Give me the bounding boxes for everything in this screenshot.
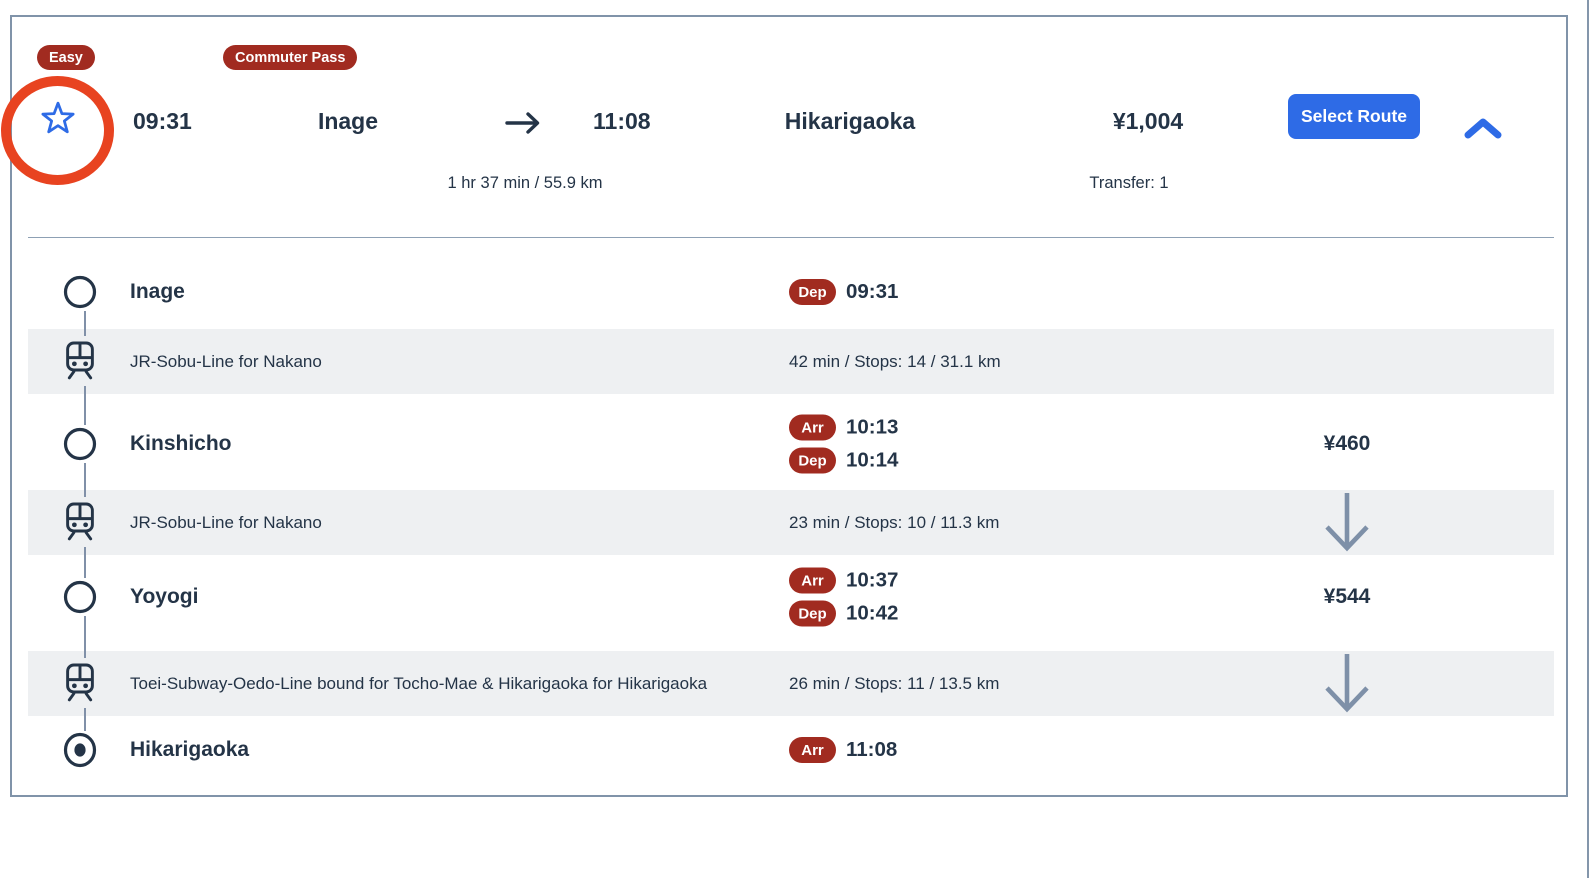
- station-times: Arr 10:13 Dep 10:14: [789, 415, 898, 474]
- segment-fare: ¥544: [1267, 585, 1427, 609]
- station-circle-icon: [61, 578, 99, 616]
- station-name: Kinshicho: [130, 431, 232, 457]
- leg-details: 42 min / Stops: 14 / 31.1 km: [789, 351, 1001, 373]
- route-result-card: Easy Commuter Pass 09:31 Inage 11:08 Hik…: [10, 15, 1568, 797]
- timeline-station-row: Hikarigaoka Arr 11:08: [28, 716, 1554, 784]
- arrow-down-icon: [1267, 491, 1427, 558]
- summary-depart-time: 09:31: [133, 107, 192, 135]
- segment-fare: ¥460: [1267, 432, 1427, 456]
- timeline-station-row: Inage Dep 09:31: [28, 247, 1554, 337]
- summary-duration-distance: 1 hr 37 min / 55.9 km: [375, 172, 675, 194]
- station-name: Yoyogi: [130, 584, 198, 610]
- arr-time: 11:08: [846, 737, 897, 763]
- station-circle-icon: [61, 273, 99, 311]
- station-name: Hikarigaoka: [130, 737, 249, 763]
- leg-line-name: Toei-Subway-Oedo-Line bound for Tocho-Ma…: [130, 673, 707, 695]
- arr-badge: Arr: [789, 415, 836, 441]
- station-times: Arr 11:08: [789, 737, 897, 763]
- dep-badge: Dep: [789, 601, 836, 627]
- container-right-border: [1587, 0, 1589, 878]
- summary-arrive-time: 11:08: [593, 107, 651, 135]
- station-times: Dep 09:31: [789, 279, 898, 305]
- leg-details: 23 min / Stops: 10 / 11.3 km: [789, 512, 999, 534]
- train-icon: [58, 497, 102, 547]
- favorite-star-button[interactable]: [39, 101, 77, 139]
- dep-badge: Dep: [789, 448, 836, 474]
- collapse-route-button[interactable]: [1460, 113, 1506, 145]
- timeline-leg-row: JR-Sobu-Line for Nakano 42 min / Stops: …: [28, 329, 1554, 394]
- timeline-station-row: Yoyogi Arr 10:37 Dep 10:42 ¥544: [28, 555, 1554, 639]
- leg-line-name: JR-Sobu-Line for Nakano: [130, 351, 322, 373]
- station-times: Arr 10:37 Dep 10:42: [789, 568, 898, 627]
- destination-bullseye-icon: [61, 731, 99, 769]
- dep-time: 10:42: [846, 601, 898, 627]
- arr-badge: Arr: [789, 568, 836, 594]
- station-name: Inage: [130, 279, 185, 305]
- select-route-button[interactable]: Select Route: [1288, 94, 1420, 139]
- arr-time: 10:13: [846, 415, 898, 441]
- arrow-right-icon: [504, 110, 542, 141]
- train-icon: [58, 658, 102, 708]
- leg-line-name: JR-Sobu-Line for Nakano: [130, 512, 322, 534]
- timeline-leg-row: JR-Sobu-Line for Nakano 23 min / Stops: …: [28, 490, 1554, 555]
- arrow-down-icon: [1267, 652, 1427, 719]
- star-icon: [40, 125, 76, 140]
- summary-origin-station: Inage: [248, 107, 448, 135]
- dep-time: 09:31: [846, 279, 898, 305]
- summary-total-fare: ¥1,004: [1068, 107, 1228, 135]
- summary-transfer-count: Transfer: 1: [1049, 172, 1209, 194]
- header-divider: [28, 237, 1554, 238]
- dep-time: 10:14: [846, 448, 898, 474]
- timeline-station-row: Kinshicho Arr 10:13 Dep 10:14 ¥460: [28, 394, 1554, 494]
- arr-badge: Arr: [789, 737, 836, 763]
- easy-tag: Easy: [37, 45, 95, 70]
- train-icon: [58, 336, 102, 386]
- station-circle-icon: [61, 425, 99, 463]
- dep-badge: Dep: [789, 279, 836, 305]
- commuter-pass-tag: Commuter Pass: [223, 45, 357, 70]
- arr-time: 10:37: [846, 568, 898, 594]
- timeline-leg-row: Toei-Subway-Oedo-Line bound for Tocho-Ma…: [28, 651, 1554, 716]
- leg-details: 26 min / Stops: 11 / 13.5 km: [789, 673, 999, 695]
- summary-destination-station: Hikarigaoka: [750, 107, 950, 135]
- chevron-up-icon: [1462, 129, 1504, 144]
